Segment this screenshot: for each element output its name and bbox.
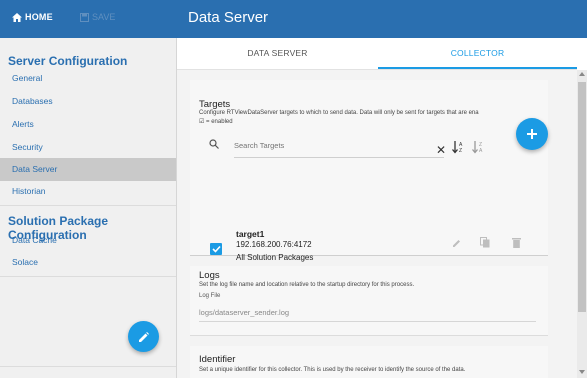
sidebar-item-alerts[interactable]: Alerts <box>0 113 176 136</box>
sidebar-divider <box>0 276 176 277</box>
log-file-label: Log File <box>199 293 221 299</box>
add-icon <box>527 129 537 139</box>
scroll-up-arrow[interactable] <box>579 72 585 76</box>
copy-icon[interactable] <box>480 237 490 248</box>
sort-az-icon[interactable]: A Z <box>452 140 464 154</box>
sidebar-divider <box>0 366 176 367</box>
pencil-icon[interactable] <box>452 238 462 248</box>
home-button-label: HOME <box>25 12 53 22</box>
sidebar-section-server-configuration: Server Configuration <box>8 54 128 68</box>
trash-icon[interactable] <box>512 237 521 248</box>
target-enabled-checkbox[interactable] <box>210 243 222 255</box>
sidebar-item-security[interactable]: Security <box>0 136 176 159</box>
tab-collector[interactable]: COLLECTOR <box>378 38 577 69</box>
collector-content: Targets Configure RTViewDataServer targe… <box>177 70 577 378</box>
top-app-bar: HOME SAVE Data Server <box>0 0 587 38</box>
tab-data-server[interactable]: DATA SERVER <box>177 38 378 69</box>
scrollbar-thumb[interactable] <box>578 82 586 312</box>
identifier-description: Set a unique identifier for this collect… <box>199 367 466 373</box>
home-button[interactable]: HOME <box>12 12 53 22</box>
logs-title: Logs <box>199 270 220 281</box>
sidebar-divider <box>0 205 176 206</box>
search-icon <box>209 139 219 149</box>
main-panel: DATA SERVER COLLECTOR Targets Configure … <box>177 38 587 378</box>
edit-icon <box>138 331 149 342</box>
app-root: HOME SAVE Data Server Server Configurati… <box>0 0 587 378</box>
sidebar: Server Configuration General Databases A… <box>0 38 177 378</box>
save-icon <box>80 12 89 22</box>
sort-za-icon[interactable]: Z A <box>472 140 484 154</box>
targets-title: Targets <box>199 99 231 110</box>
svg-text:Z: Z <box>459 148 462 154</box>
identifier-card <box>190 346 548 378</box>
clear-search-icon[interactable]: ✕ <box>436 144 446 156</box>
save-button-label: SAVE <box>92 12 116 22</box>
search-underline <box>234 157 444 158</box>
sidebar-item-historian[interactable]: Historian <box>0 180 176 203</box>
search-targets-input[interactable] <box>234 138 434 152</box>
vertical-scrollbar[interactable] <box>577 70 587 378</box>
sidebar-item-solace[interactable]: Solace <box>0 251 176 274</box>
sidebar-item-databases[interactable]: Databases <box>0 90 176 113</box>
home-icon <box>12 12 22 22</box>
sidebar-item-general[interactable]: General <box>0 67 176 90</box>
log-file-input[interactable]: logs/dataserver_sender.log <box>199 308 289 317</box>
page-title: Data Server <box>188 9 269 26</box>
sidebar-item-data-cache[interactable]: Data Cache <box>0 229 176 252</box>
targets-description: Configure RTViewDataServer targets to wh… <box>199 110 479 116</box>
logs-description: Set the log file name and location relat… <box>199 282 415 288</box>
targets-enabled-legend: ☑ = enabled <box>199 119 233 125</box>
logs-card <box>190 266 548 336</box>
target-host: 192.168.200.76:4172 <box>236 240 312 249</box>
scroll-down-arrow[interactable] <box>579 370 585 374</box>
save-button[interactable]: SAVE <box>80 12 115 22</box>
log-file-underline <box>199 321 536 322</box>
add-target-button[interactable] <box>516 118 548 150</box>
target-name: target1 <box>236 229 265 239</box>
identifier-title: Identifier <box>199 354 236 365</box>
sidebar-item-data-server[interactable]: Data Server <box>0 158 176 181</box>
edit-fab-button[interactable] <box>128 321 159 352</box>
target-packages: All Solution Packages <box>236 253 314 262</box>
svg-text:A: A <box>479 148 483 154</box>
checkbox-checked-icon <box>211 245 221 253</box>
